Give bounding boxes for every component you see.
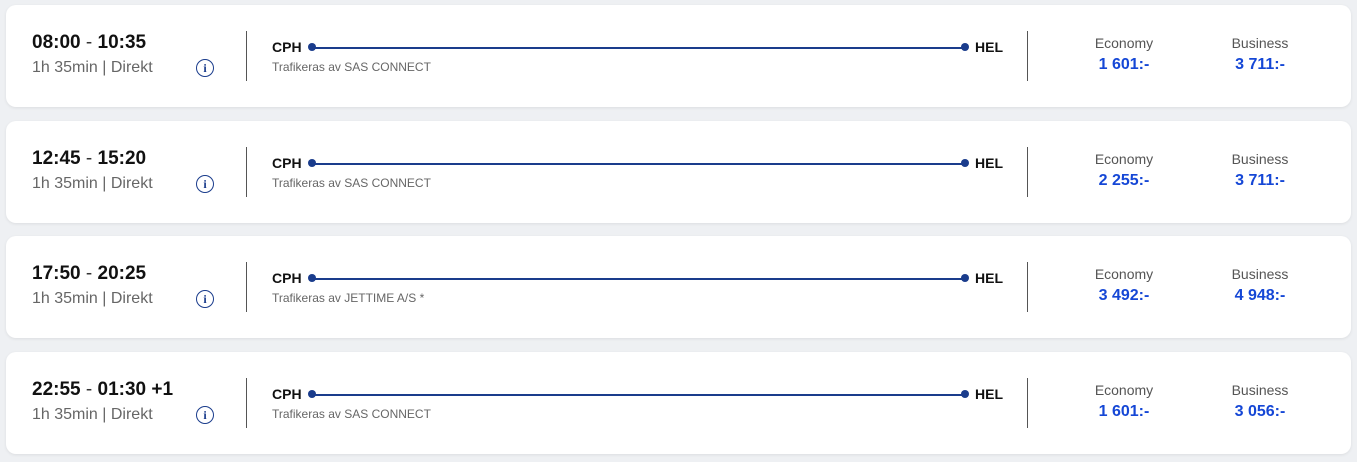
route-end-dot [961, 274, 969, 282]
flight-card[interactable]: 17:50 - 20:25 1h 35min | Direkt i CPH HE… [6, 236, 1351, 338]
operator-text: Trafikeras av SAS CONNECT [272, 176, 431, 190]
arrival-time: 15:20 [97, 148, 147, 169]
fare-class-label: Economy [1094, 151, 1154, 167]
fare-price: 1 601:- [1098, 56, 1150, 73]
destination-airport: HEL [975, 39, 1003, 55]
duration-stops: 1h 35min | Direkt [32, 290, 153, 307]
destination-airport: HEL [975, 155, 1003, 171]
flight-times: 22:55 - 01:30 +1 [32, 379, 173, 401]
info-icon[interactable]: i [196, 59, 214, 77]
route-end-dot [961, 43, 969, 51]
business-fare-button[interactable]: Business 3 711:- [1200, 35, 1320, 74]
divider [246, 262, 247, 312]
arrival-time: 20:25 [97, 263, 147, 284]
arrival-time: 01:30 +1 [97, 379, 174, 400]
route-line [311, 278, 966, 280]
fare-class-label: Business [1231, 151, 1289, 167]
flight-card[interactable]: 08:00 - 10:35 1h 35min | Direkt i CPH HE… [6, 5, 1351, 107]
route-end-dot [961, 159, 969, 167]
fare-class-label: Business [1231, 382, 1289, 398]
duration-stops: 1h 35min | Direkt [32, 59, 153, 76]
flight-card[interactable]: 12:45 - 15:20 1h 35min | Direkt i CPH HE… [6, 121, 1351, 223]
origin-airport: CPH [272, 155, 302, 171]
business-fare-button[interactable]: Business 4 948:- [1200, 266, 1320, 305]
fare-class-label: Business [1231, 266, 1289, 282]
business-fare-button[interactable]: Business 3 711:- [1200, 151, 1320, 190]
destination-airport: HEL [975, 386, 1003, 402]
duration-stops: 1h 35min | Direkt [32, 406, 153, 423]
duration-stops: 1h 35min | Direkt [32, 175, 153, 192]
origin-airport: CPH [272, 39, 302, 55]
fare-price: 3 492:- [1098, 287, 1150, 304]
flight-times: 12:45 - 15:20 [32, 148, 146, 170]
info-icon[interactable]: i [196, 406, 214, 424]
fare-class-label: Economy [1094, 266, 1154, 282]
divider [1027, 262, 1028, 312]
destination-airport: HEL [975, 270, 1003, 286]
arrival-time: 10:35 [97, 32, 147, 53]
route-end-dot [961, 390, 969, 398]
time-separator: - [85, 32, 98, 53]
economy-fare-button[interactable]: Economy 1 601:- [1064, 35, 1184, 74]
fare-price: 4 948:- [1234, 287, 1286, 304]
fare-class-label: Economy [1094, 35, 1154, 51]
economy-fare-button[interactable]: Economy 2 255:- [1064, 151, 1184, 190]
divider [246, 378, 247, 428]
flight-times: 08:00 - 10:35 [32, 32, 146, 54]
fare-price: 3 056:- [1234, 403, 1286, 420]
business-fare-button[interactable]: Business 3 056:- [1200, 382, 1320, 421]
fare-price: 2 255:- [1098, 172, 1150, 189]
info-icon[interactable]: i [196, 175, 214, 193]
economy-fare-button[interactable]: Economy 1 601:- [1064, 382, 1184, 421]
route-line [311, 163, 966, 165]
fare-class-label: Economy [1094, 382, 1154, 398]
divider [246, 31, 247, 81]
divider [1027, 378, 1028, 428]
departure-time: 08:00 [32, 32, 81, 53]
flight-times: 17:50 - 20:25 [32, 263, 146, 285]
route-line [311, 394, 966, 396]
economy-fare-button[interactable]: Economy 3 492:- [1064, 266, 1184, 305]
departure-time: 22:55 [32, 379, 81, 400]
origin-airport: CPH [272, 270, 302, 286]
departure-time: 12:45 [32, 148, 81, 169]
time-separator: - [85, 379, 98, 400]
divider [1027, 31, 1028, 81]
operator-text: Trafikeras av SAS CONNECT [272, 60, 431, 74]
divider [246, 147, 247, 197]
fare-price: 3 711:- [1235, 172, 1285, 189]
info-icon[interactable]: i [196, 290, 214, 308]
origin-airport: CPH [272, 386, 302, 402]
route-line [311, 47, 966, 49]
flight-results-list: 08:00 - 10:35 1h 35min | Direkt i CPH HE… [0, 0, 1357, 462]
divider [1027, 147, 1028, 197]
operator-text: Trafikeras av JETTIME A/S * [272, 291, 425, 305]
fare-price: 3 711:- [1235, 56, 1285, 73]
flight-card[interactable]: 22:55 - 01:30 +1 1h 35min | Direkt i CPH… [6, 352, 1351, 454]
time-separator: - [85, 263, 98, 284]
time-separator: - [85, 148, 98, 169]
operator-text: Trafikeras av SAS CONNECT [272, 407, 431, 421]
departure-time: 17:50 [32, 263, 81, 284]
fare-price: 1 601:- [1098, 403, 1150, 420]
fare-class-label: Business [1231, 35, 1289, 51]
